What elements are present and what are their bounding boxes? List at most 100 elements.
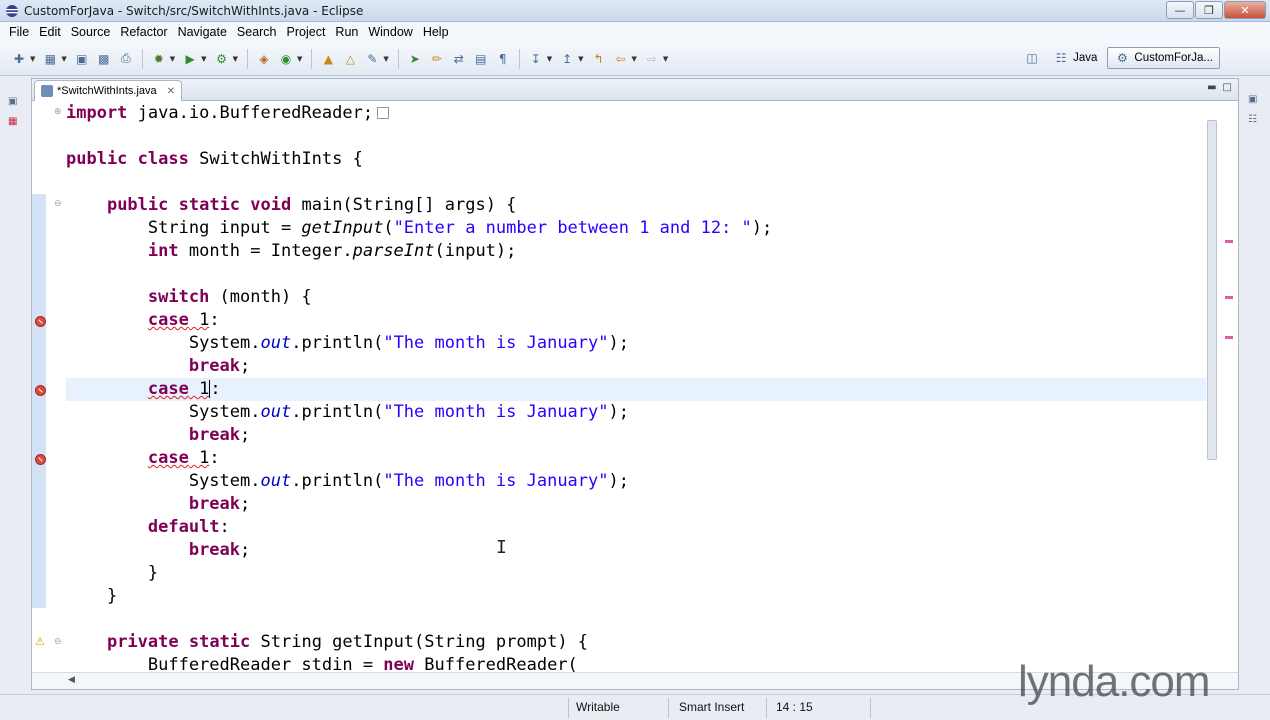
close-tab-icon[interactable]: ✕ (167, 86, 175, 97)
code-text: String getInput(String prompt) { (250, 632, 589, 652)
keyword: break (188, 425, 241, 445)
editor-tab-switchwithints[interactable]: *SwitchWithInts.java ✕ (34, 80, 182, 101)
menu-navigate[interactable]: Navigate (173, 25, 232, 39)
new-class-icon[interactable]: ◉ (278, 51, 294, 67)
overview-error-mark[interactable] (1225, 336, 1233, 339)
new-class-dropdown-icon[interactable]: ▼ (297, 55, 302, 63)
back-dropdown-icon[interactable]: ▼ (632, 55, 637, 63)
code-line: switch (month) { (66, 286, 1206, 309)
toolbar-separator (397, 48, 399, 69)
open-task-icon[interactable]: △ (342, 51, 358, 67)
forward-dropdown-icon[interactable]: ▼ (663, 55, 668, 63)
folded-imports-icon[interactable] (377, 107, 390, 119)
code-line: public static void main(String[] args) { (66, 194, 1206, 217)
external-tools-icon[interactable]: ⚙ (214, 51, 230, 67)
debug-icon[interactable]: ✹ (151, 51, 167, 67)
warning-icon[interactable]: ⚠ (35, 635, 45, 648)
previous-annotation-icon[interactable]: ↥ (559, 51, 575, 67)
fold-expand-icon[interactable]: ⊕ (54, 107, 62, 117)
new-dropdown-icon[interactable]: ▼ (30, 55, 35, 63)
package-explorer-icon[interactable]: ▦ (8, 116, 22, 128)
string-literal: "The month is January" (383, 333, 609, 353)
code-line: break; (66, 539, 1206, 562)
menu-project[interactable]: Project (282, 25, 331, 39)
open-perspective-icon[interactable]: ◫ (1024, 50, 1040, 66)
menu-run[interactable]: Run (330, 25, 363, 39)
toggle-breadcrumb-icon[interactable]: ➤ (407, 51, 423, 67)
perspective-custom[interactable]: ⚙ CustomForJa... (1107, 47, 1220, 69)
keyword: void (250, 195, 292, 215)
minimize-editor-icon[interactable]: ▬ (1207, 82, 1216, 93)
save-icon[interactable]: ▣ (74, 51, 90, 67)
save-all-icon[interactable]: ▩ (96, 51, 112, 67)
status-separator (870, 698, 871, 718)
search-dropdown-icon[interactable]: ▼ (383, 55, 388, 63)
run-icon[interactable]: ▶ (182, 51, 198, 67)
fold-collapse-icon[interactable]: ⊖ (54, 199, 62, 209)
scroll-left-icon[interactable]: ◀ (68, 675, 75, 685)
menu-source[interactable]: Source (66, 25, 116, 39)
debug-dropdown-icon[interactable]: ▼ (170, 55, 175, 63)
search-icon[interactable]: ✎ (364, 51, 380, 67)
menu-edit[interactable]: Edit (34, 25, 66, 39)
code-line: int month = Integer.parseInt(input); (66, 240, 1206, 263)
status-insert-mode[interactable]: Smart Insert (679, 700, 744, 714)
outline-view-icon[interactable]: ☷ (1248, 114, 1262, 126)
menu-file[interactable]: File (4, 25, 34, 39)
overview-error-mark[interactable] (1225, 296, 1233, 299)
show-source-icon[interactable]: ¶ (495, 51, 511, 67)
perspective-java[interactable]: ☷ Java (1047, 47, 1103, 69)
java-editor: *SwitchWithInts.java ✕ ▬ □ ⊕ ⊖ ⚠ ⊖ impor… (31, 78, 1239, 690)
perspective-java-label: Java (1073, 52, 1098, 64)
external-tools-dropdown-icon[interactable]: ▼ (233, 55, 238, 63)
mark-occurrences-icon[interactable]: ✏ (429, 51, 445, 67)
code-text: ); (608, 333, 629, 353)
overview-error-mark[interactable] (1225, 240, 1233, 243)
new-icon[interactable]: ✚ (11, 51, 27, 67)
close-button[interactable]: ✕ (1224, 1, 1266, 19)
code-area[interactable]: ⊕ ⊖ ⚠ ⊖ import java.io.BufferedReader; p… (32, 102, 1238, 672)
code-text: (month) { (209, 287, 312, 307)
menu-window[interactable]: Window (363, 25, 417, 39)
custom-perspective-icon: ⚙ (1117, 51, 1128, 65)
left-trim-stack: ▣ ▦ (0, 78, 30, 678)
maximize-editor-icon[interactable]: □ (1223, 82, 1232, 93)
block-selection-icon[interactable]: ⇄ (451, 51, 467, 67)
next-annotation-dropdown-icon[interactable]: ▼ (547, 55, 552, 63)
minimize-button[interactable]: — (1166, 1, 1194, 19)
vertical-scrollbar[interactable] (1206, 106, 1218, 666)
new-package-icon[interactable]: ▦ (42, 51, 58, 67)
package-dropdown-icon[interactable]: ▼ (61, 55, 66, 63)
back-icon[interactable]: ⇦ (613, 51, 629, 67)
previous-annotation-dropdown-icon[interactable]: ▼ (578, 55, 583, 63)
string-literal: "The month is January" (383, 471, 609, 491)
toolbar-separator (246, 48, 248, 69)
lynda-watermark: lynda.com (1018, 657, 1211, 706)
new-java-project-icon[interactable]: ◈ (256, 51, 272, 67)
error-icon[interactable] (35, 316, 46, 327)
error-icon[interactable] (35, 454, 46, 465)
status-writable: Writable (576, 700, 620, 714)
menu-refactor[interactable]: Refactor (115, 25, 172, 39)
code-text: ( (383, 218, 394, 238)
restore-icon[interactable]: ▣ (1248, 94, 1262, 106)
last-edit-icon[interactable]: ↰ (591, 51, 607, 67)
print-icon[interactable]: ⎙ (118, 51, 134, 67)
show-whitespace-icon[interactable]: ▤ (473, 51, 489, 67)
code-text: .println( (291, 333, 384, 353)
next-annotation-icon[interactable]: ↧ (528, 51, 544, 67)
error-icon[interactable] (35, 385, 46, 396)
maximize-button[interactable]: ❐ (1195, 1, 1223, 19)
fold-collapse-icon[interactable]: ⊖ (54, 637, 62, 647)
run-dropdown-icon[interactable]: ▼ (201, 55, 206, 63)
menu-search[interactable]: Search (232, 25, 282, 39)
overview-ruler[interactable] (1222, 106, 1236, 666)
restore-icon[interactable]: ▣ (8, 96, 22, 108)
forward-icon[interactable]: ⇨ (644, 51, 660, 67)
menu-help[interactable]: Help (418, 25, 454, 39)
code-line: default: (66, 516, 1206, 539)
vertical-scroll-thumb[interactable] (1207, 120, 1217, 460)
code-line: import java.io.BufferedReader; (66, 102, 1206, 125)
code-text: } (147, 563, 159, 583)
open-type-icon[interactable]: ▲ (320, 51, 336, 67)
